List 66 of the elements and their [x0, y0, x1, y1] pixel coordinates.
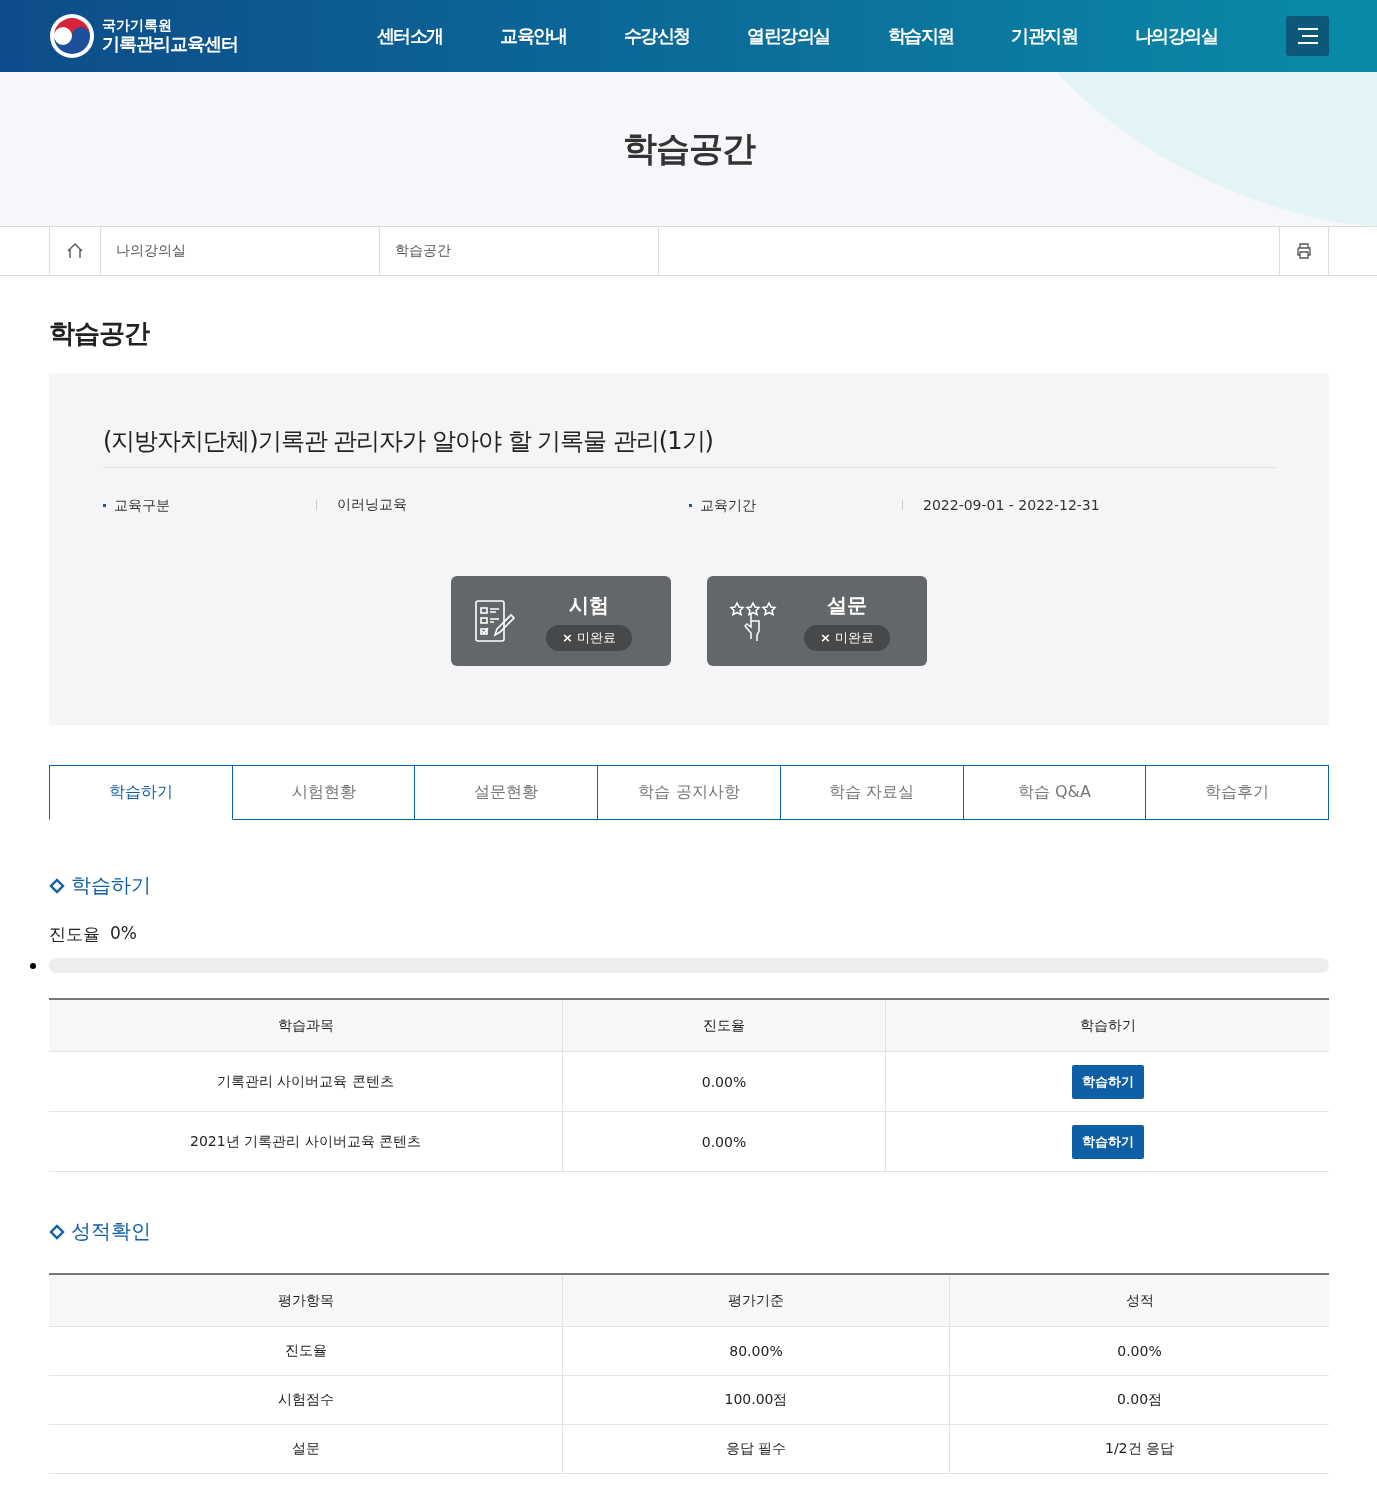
tab[interactable]: 학습 자료실: [780, 765, 964, 820]
table-cell: 진도율: [49, 1326, 563, 1376]
info-label: 교육기간: [700, 500, 903, 510]
column-header: 성적: [949, 1274, 1329, 1327]
breadcrumb-item[interactable]: 학습공간: [380, 227, 659, 275]
table-cell: 2021년 기록관리 사이버교육 콘텐츠: [49, 1111, 563, 1172]
table-cell: 설문: [49, 1424, 563, 1474]
nav-link[interactable]: 열린강의실: [747, 24, 830, 48]
nav-link[interactable]: 나의강의실: [1134, 24, 1218, 48]
table-cell: 0.00%: [562, 1051, 886, 1112]
table-cell: 100.00점: [562, 1375, 950, 1425]
emblem-icon: [48, 12, 96, 60]
breadcrumb-item[interactable]: 나의강의실: [101, 227, 380, 275]
nav-link[interactable]: 센터소개: [376, 24, 443, 48]
table-cell: 시험점수: [49, 1375, 563, 1425]
task-card[interactable]: 설문 × 미완료: [707, 576, 927, 666]
nav-link[interactable]: 수강신청: [623, 24, 690, 48]
diamond-icon: [49, 877, 65, 894]
column-header: 평가항목: [49, 1274, 563, 1327]
progress-label: 진도율: [49, 923, 100, 946]
logo-title: 기록관리교육센터: [102, 33, 238, 54]
status-badge: × 미완료: [803, 624, 890, 651]
checklist-icon: [473, 599, 517, 643]
info-value: 2022-09-01 - 2022-12-31: [922, 497, 1100, 513]
tab[interactable]: 학습 공지사항: [598, 765, 781, 820]
column-header: 진도율: [562, 999, 886, 1052]
tab[interactable]: 학습 Q&A: [963, 765, 1147, 820]
tab[interactable]: 학습하기: [49, 765, 233, 820]
section-heading: 학습하기: [71, 872, 151, 899]
menu-icon: [1295, 26, 1320, 46]
study-button[interactable]: 학습하기: [1071, 1064, 1144, 1099]
tab[interactable]: 설문현황: [415, 765, 599, 820]
table-cell: 기록관리 사이버교육 콘텐츠: [49, 1051, 563, 1112]
page-title: 학습공간: [49, 317, 151, 350]
column-header: 평가기준: [562, 1274, 950, 1327]
table-cell: 80.00%: [562, 1326, 950, 1376]
status-badge: × 미완료: [545, 624, 632, 651]
menu-button[interactable]: [1286, 16, 1329, 56]
home-icon: [66, 243, 84, 259]
table-cell: 0.00%: [949, 1326, 1329, 1376]
bullet-dot: [30, 963, 36, 969]
print-icon: [1295, 242, 1313, 260]
tab[interactable]: 학습후기: [1146, 765, 1330, 820]
task-title: 시험: [569, 591, 609, 619]
nav-link[interactable]: 학습지원: [887, 24, 954, 48]
tab[interactable]: 시험현황: [232, 765, 416, 820]
task-title: 설문: [827, 591, 867, 619]
section-heading: 성적확인: [71, 1218, 151, 1245]
info-label: 교육구분: [114, 500, 317, 510]
nav-link[interactable]: 교육안내: [500, 24, 567, 48]
column-header: 학습하기: [885, 999, 1329, 1052]
study-button[interactable]: 학습하기: [1071, 1124, 1144, 1159]
course-title: (지방자치단체)기록관 관리자가 알아야 할 기록물 관리(1기): [103, 425, 1275, 468]
logo-subtitle: 국가기록원: [102, 18, 173, 34]
progress-value: 0%: [110, 923, 137, 945]
column-header: 학습과목: [49, 999, 563, 1052]
task-card[interactable]: 시험 × 미완료: [451, 576, 671, 666]
hero-title: 학습공간: [622, 127, 755, 170]
info-value: 이러닝교육: [336, 496, 407, 514]
nav-link[interactable]: 기관지원: [1011, 24, 1078, 48]
table-cell: 0.00점: [949, 1375, 1329, 1425]
table-cell: 응답 필수: [562, 1424, 950, 1474]
table-cell: 0.00%: [562, 1111, 886, 1172]
table-cell: 1/2건 응답: [949, 1424, 1329, 1474]
star-rating-icon: [729, 599, 777, 643]
diamond-icon: [49, 1223, 65, 1240]
